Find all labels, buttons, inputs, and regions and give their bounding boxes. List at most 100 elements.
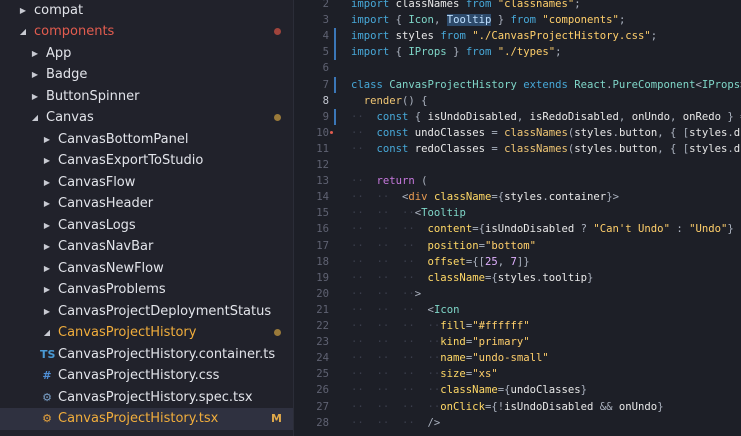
code-text: ·· ·· ·· ··kind="primary" [351,336,530,349]
code-line[interactable]: 14 ·· ·· <div className={styles.container… [293,189,741,205]
chevron-right-icon[interactable]: ▶ [30,70,40,79]
code-line[interactable]: 27 ·· ·· ·· ··onClick={!isUndoDisabled &&… [293,399,741,415]
code-line[interactable]: 12 [293,157,741,173]
chevron-right-icon[interactable]: ▶ [42,242,52,251]
line-number: 17 [316,239,329,252]
code-text: ·· ·· ·· /> [351,416,441,429]
line-number: 15 [316,207,329,220]
code-line[interactable]: 16 ·· ·· ·· content={isUndoDisabled ? "Ca… [293,221,741,237]
tree-item-label: CanvasBottomPanel [58,131,189,147]
tree-item-label: CanvasProblems [58,282,166,297]
code-line[interactable]: 4 import styles from "./CanvasProjectHist… [293,28,741,45]
chevron-right-icon[interactable]: ▶ [42,285,52,294]
chevron-down-icon[interactable]: ◢ [18,27,28,36]
line-number: 13 [316,175,329,188]
chevron-right-icon[interactable]: ▶ [42,307,52,316]
code-text: ·· ·· ·· ··className={undoClasses} [351,384,588,397]
line-number: 16 [316,223,329,236]
code-text: ·· ·· ·· offset={[25, 7]} [351,255,530,268]
tree-item-buttonspinner[interactable]: ▶ ButtonSpinner [0,85,293,107]
code-line[interactable]: 5 import { IProps } from "./types"; [293,44,741,61]
line-number: 24 [316,352,329,365]
tree-item-canvaslogs[interactable]: ▶ CanvasLogs [0,214,293,236]
chevron-right-icon[interactable]: ▶ [30,49,40,58]
code-line[interactable]: 10 ·· const undoClasses = classNames(styl… [293,125,741,141]
code-line[interactable]: 7 class CanvasProjectHistory extends Reac… [293,76,741,93]
code-line[interactable]: 22 ·· ·· ·· ··fill="#ffffff" [293,318,741,334]
code-line[interactable]: 25 ·· ·· ·· ··size="xs" [293,366,741,382]
code-line[interactable]: 18 ·· ·· ·· offset={[25, 7]} [293,254,741,270]
modified-dot-icon [274,328,281,336]
code-line[interactable]: 20 ·· ·· ··> [293,286,741,302]
code-line[interactable]: 13 ·· return ( [293,173,741,189]
code-text: ·· return ( [351,175,428,188]
code-line[interactable]: 28 ·· ·· ·· /> [293,415,741,431]
code-line[interactable]: 21 ·· ·· ·· <Icon [293,302,741,318]
tree-item-canvasbottompanel[interactable]: ▶ CanvasBottomPanel [0,128,293,150]
tree-item-app[interactable]: ▶ App [0,42,293,64]
tree-item-canvasprojecthistory-css[interactable]: # CanvasProjectHistory.css [0,365,293,387]
chevron-right-icon[interactable]: ▶ [42,178,52,187]
chevron-right-icon[interactable]: ▶ [42,264,52,273]
line-number: 3 [322,14,329,27]
code-line[interactable]: 6 [293,60,741,76]
code-line[interactable]: 23 ·· ·· ·· ··kind="primary" [293,334,741,350]
tree-item-canvas[interactable]: ◢ Canvas [0,107,293,129]
line-number: 12 [316,159,329,171]
chevron-down-icon[interactable]: ◢ [30,113,40,122]
git-change-marker [334,44,336,61]
tree-item-canvasproblems[interactable]: ▶ CanvasProblems [0,279,293,301]
tree-item-canvasflow[interactable]: ▶ CanvasFlow [0,171,293,193]
code-line[interactable]: 11 ·· const redoClasses = classNames(styl… [293,141,741,157]
line-number: 9 [322,110,329,123]
tree-item-label: components [34,24,115,39]
code-text: ·· const { isUndoDisabled, isRedoDisable… [351,110,741,123]
code-line[interactable]: 26 ·· ·· ·· ··className={undoClasses} [293,382,741,398]
code-line[interactable]: 2 import classNames from "classnames"; [293,0,741,12]
code-text: ·· ·· ·· ··onClick={!isUndoDisabled && o… [351,400,664,413]
code-text: ·· ·· ·· ··name="undo-small" [351,352,549,365]
tree-item-canvasprojectdeploymentstatus[interactable]: ▶ CanvasProjectDeploymentStatus [0,300,293,322]
code-line[interactable]: 9 ·· const { isUndoDisabled, isRedoDisabl… [293,108,741,125]
code-text: import styles from "./CanvasProjectHisto… [351,30,658,43]
chevron-right-icon[interactable]: ▶ [42,156,52,165]
tree-item-canvasexporttostudio[interactable]: ▶ CanvasExportToStudio [0,150,293,172]
chevron-right-icon[interactable]: ▶ [42,221,52,230]
chevron-down-icon[interactable]: ◢ [42,328,52,337]
code-text: ·· ·· ·· ··fill="#ffffff" [351,320,530,332]
code-editor[interactable]: 2 import classNames from "classnames"; 3 im… [293,0,741,436]
tree-item-canvasprojecthistory-tsx[interactable]: ⚙ CanvasProjectHistory.tsx M [0,407,293,430]
code-text: ·· ·· ··<Tooltip [351,207,466,220]
line-number: 20 [316,287,329,300]
tree-item-badge[interactable]: ▶ Badge [0,64,293,86]
tree-item-compat[interactable]: ▶ compat [0,0,293,21]
code-line[interactable]: 3 import { Icon, Tooltip } from "componen… [293,12,741,28]
tree-item-canvasnavbar[interactable]: ▶ CanvasNavBar [0,236,293,258]
chevron-right-icon[interactable]: ▶ [42,135,52,144]
tree-item-label: CanvasProjectDeploymentStatus [58,303,272,319]
tree-item-label: ButtonSpinner [46,88,140,104]
line-number: 25 [316,368,329,381]
typescript-file-icon: TS [40,347,56,361]
code-line[interactable]: 15 ·· ·· ··<Tooltip [293,205,741,221]
code-line[interactable]: 19 ·· ·· ·· className={styles.tooltip} [293,270,741,286]
tree-item-components[interactable]: ◢ components [0,21,293,43]
tree-item-canvasheader[interactable]: ▶ CanvasHeader [0,193,293,215]
code-text: ·· ·· ·· ··size="xs" [351,368,498,381]
tree-item-canvasprojecthistory[interactable]: ◢ CanvasProjectHistory [0,322,293,344]
code-text: class CanvasProjectHistory extends React… [351,78,741,91]
tree-item-canvasprojecthistory-spec-tsx[interactable]: ⚙ CanvasProjectHistory.spec.tsx [0,386,293,408]
code-line[interactable]: 8 render() { [293,93,741,109]
tree-item-canvasnewflow[interactable]: ▶ CanvasNewFlow [0,257,293,279]
code-line[interactable]: 17 ·· ·· ·· position="bottom" [293,238,741,254]
chevron-right-icon[interactable]: ▶ [30,92,40,101]
git-change-marker [334,28,336,45]
line-number: 21 [316,303,329,316]
code-line[interactable]: 24 ·· ·· ·· ··name="undo-small" [293,350,741,366]
tree-item-canvasprojecthistory-container-ts[interactable]: TS CanvasProjectHistory.container.ts [0,343,293,365]
code-text: render() { [363,94,428,107]
chevron-right-icon[interactable]: ▶ [42,199,52,208]
chevron-right-icon[interactable]: ▶ [18,6,28,15]
line-number: 27 [316,400,329,413]
code-text: ·· ·· <div className={styles.container}> [351,191,619,204]
